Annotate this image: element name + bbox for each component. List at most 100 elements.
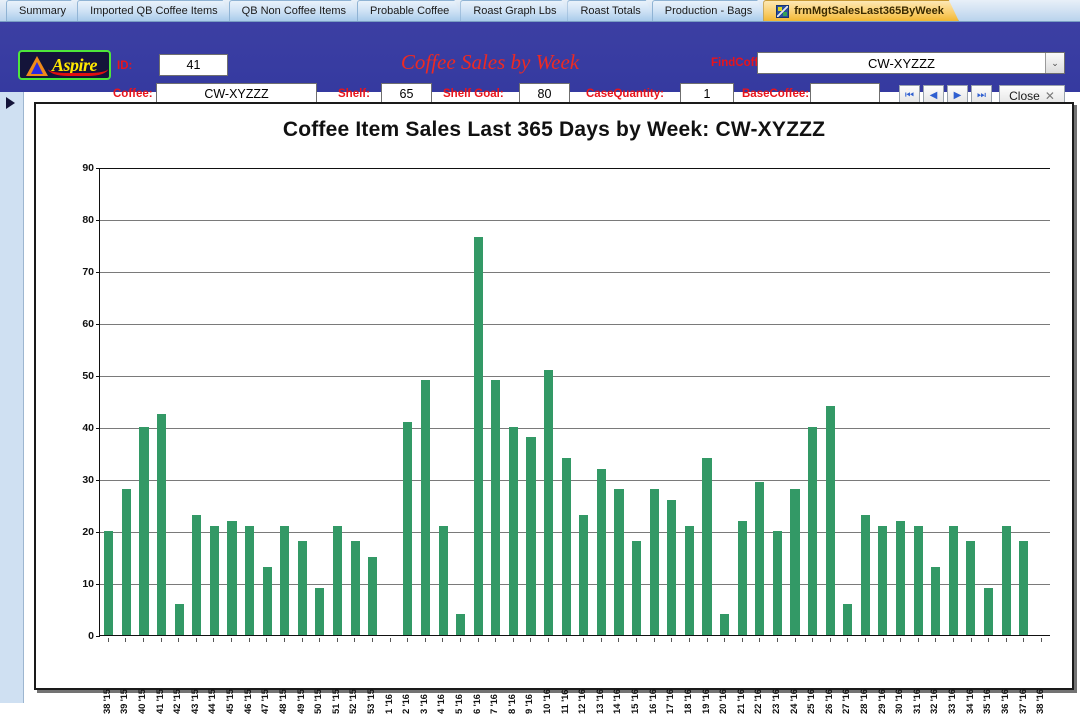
bar-rect (174, 603, 184, 635)
bar-rect (614, 489, 624, 635)
chart-bar (663, 168, 681, 635)
x-axis-tick-label: 38 '15 (101, 689, 113, 714)
x-axis-tick-label: 47 '15 (260, 689, 272, 714)
chart-bar (170, 168, 188, 635)
bar-rect (825, 406, 835, 635)
tab-summary[interactable]: Summary (6, 0, 81, 21)
tab-label: frmMgtSalesLast365ByWeek (794, 5, 944, 17)
tab-imported-qb-coffee-items[interactable]: Imported QB Coffee Items (77, 0, 233, 21)
x-axis-tick-label: 30 '16 (894, 689, 906, 714)
bar-rect (878, 525, 888, 635)
id-field[interactable]: 41 (159, 54, 228, 76)
x-axis-tick-label: 31 '16 (911, 689, 923, 714)
chart-bar-series (100, 168, 1050, 635)
tab-label: Roast Totals (580, 5, 641, 17)
tab-label: Summary (19, 5, 67, 17)
tab-probable-coffee[interactable]: Probable Coffee (357, 0, 464, 21)
chart-bar (575, 168, 593, 635)
chart-bar (241, 168, 259, 635)
chart-bar (786, 168, 804, 635)
chart-bar (469, 168, 487, 635)
bar-rect (860, 515, 870, 635)
x-axis-tick-label: 2 '16 (401, 694, 413, 714)
chart-bar (751, 168, 769, 635)
base-coffee-label: BaseCoffee: (742, 88, 810, 100)
y-axis-tick: 70 (82, 266, 100, 278)
chart-bar (399, 168, 417, 635)
x-axis-tick-label: 32 '16 (929, 689, 941, 714)
tab-roast-graph-lbs[interactable]: Roast Graph Lbs (460, 0, 571, 21)
bar-rect (983, 588, 994, 635)
chart-bar (135, 168, 153, 635)
tab-label: QB Non Coffee Items (241, 5, 346, 17)
x-axis-tick-label: 4 '16 (436, 694, 448, 714)
bar-rect (966, 541, 976, 635)
coffee-label: Coffee: (113, 88, 153, 100)
tab-roast-totals[interactable]: Roast Totals (567, 0, 655, 21)
navigation-pane-collapsed[interactable] (0, 92, 24, 703)
form-title: Coffee Sales by Week (400, 50, 580, 74)
bar-rect (948, 525, 958, 635)
x-axis-tick-label: 40 '15 (137, 689, 149, 714)
chart-bar (804, 168, 822, 635)
tab-frm-mgt-sales-last-365-by-week[interactable]: frmMgtSalesLast365ByWeek (763, 0, 959, 21)
bar-rect (931, 567, 941, 635)
x-axis-tick-label: 28 '16 (859, 689, 871, 714)
bar-rect (473, 237, 483, 635)
bar-rect (456, 614, 466, 635)
x-axis-tick-label: 42 '15 (172, 689, 184, 714)
x-axis-tick-label: 1 '16 (383, 694, 395, 714)
tab-label: Probable Coffee (370, 5, 450, 17)
x-axis-tick-label: 14 '16 (612, 689, 624, 714)
bar-rect (702, 458, 712, 635)
bar-rect (368, 557, 378, 635)
x-axis-tick-label: 17 '16 (665, 689, 677, 714)
bar-rect (772, 531, 782, 635)
expand-arrow-icon[interactable] (6, 97, 15, 109)
x-axis-tick-label: 39 '15 (119, 689, 131, 714)
x-axis-tick-label: 7 '16 (489, 694, 501, 714)
shelf-label: Shelf: (338, 88, 370, 100)
x-axis-tick-label: 52 '15 (348, 689, 360, 714)
x-axis-tick-label: 38 '16 (1035, 689, 1047, 714)
chart-bar (610, 168, 628, 635)
x-axis-tick-label: 18 '16 (682, 689, 694, 714)
x-axis-tick-label: 49 '15 (295, 689, 307, 714)
chart-bar (223, 168, 241, 635)
chart-bar (716, 168, 734, 635)
bar-rect (227, 520, 237, 635)
tab-qb-non-coffee-items[interactable]: QB Non Coffee Items (229, 0, 361, 21)
y-axis-tick: 80 (82, 214, 100, 226)
chart-bar (874, 168, 892, 635)
logo-swoosh-icon (48, 69, 108, 76)
chart-bar (540, 168, 558, 635)
x-axis-tick-label: 46 '15 (242, 689, 254, 714)
bar-rect (790, 489, 800, 635)
bar-rect (403, 421, 413, 635)
x-axis-tick-label: 13 '16 (594, 689, 606, 714)
shelf-goal-label: Shelf Goal: (443, 88, 504, 100)
chart-bar (945, 168, 963, 635)
chart-bar (628, 168, 646, 635)
chart-bar (294, 168, 312, 635)
bar-rect (350, 541, 360, 635)
tab-production-bags[interactable]: Production - Bags (652, 0, 767, 21)
close-button-label: Close (1009, 88, 1040, 103)
bar-rect (895, 520, 906, 635)
bar-rect (297, 541, 307, 635)
object-tab-strip: Summary Imported QB Coffee Items QB Non … (0, 0, 1080, 22)
bar-rect (667, 499, 677, 635)
bar-rect (579, 515, 589, 635)
bar-rect (684, 525, 694, 635)
chart-bar (118, 168, 136, 635)
bar-rect (843, 603, 853, 635)
x-axis-tick-label: 44 '15 (207, 689, 219, 714)
chevron-down-icon[interactable]: ⌄ (1045, 53, 1064, 73)
find-coffee-combobox[interactable]: CW-XYZZZ ⌄ (757, 52, 1065, 74)
chart-bar (329, 168, 347, 635)
chart-title: Coffee Item Sales Last 365 Days by Week:… (282, 118, 826, 141)
bar-rect (315, 588, 325, 635)
x-axis-tick-label: 9 '16 (524, 694, 536, 714)
x-axis-tick-label: 16 '16 (647, 689, 659, 714)
chart-bar (997, 168, 1015, 635)
